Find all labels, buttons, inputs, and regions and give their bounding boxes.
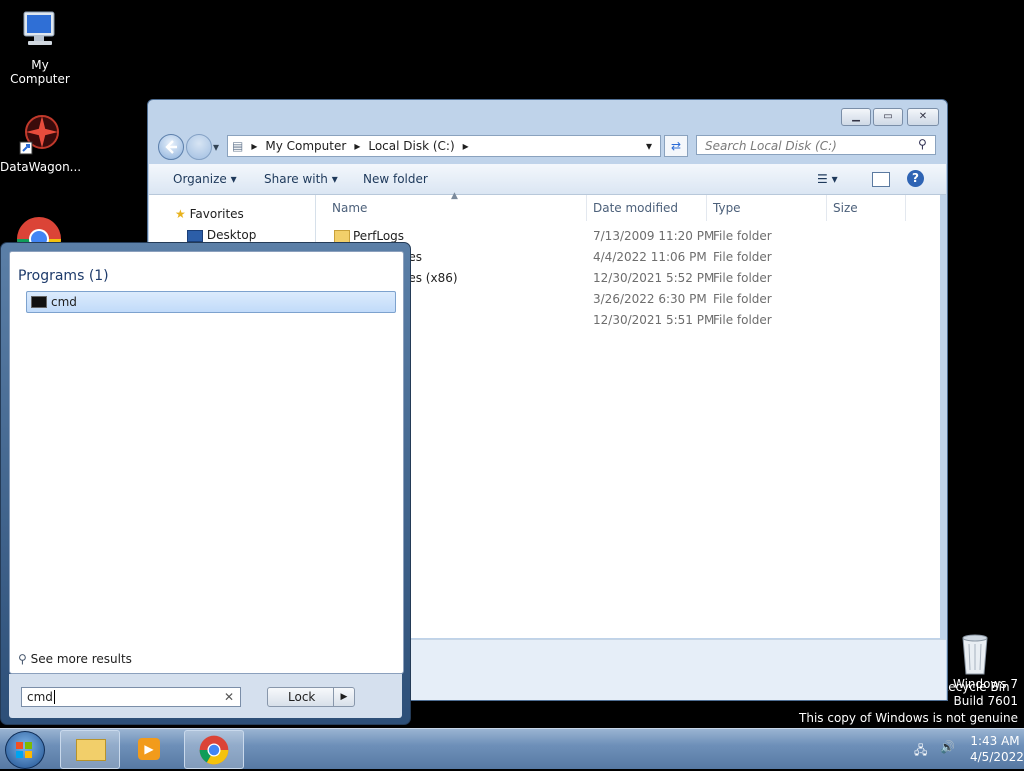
organize-button[interactable]: Organize ▾ xyxy=(173,172,237,186)
see-more-results-link[interactable]: ⚲ See more results xyxy=(18,652,132,666)
breadcrumb-my-computer[interactable]: My Computer xyxy=(265,139,346,153)
result-label: cmd xyxy=(51,295,77,309)
clock-time: 1:43 AM xyxy=(970,734,1020,748)
media-player-icon: ▶ xyxy=(138,738,160,760)
file-row[interactable]: 3/26/2022 6:30 PM File folder xyxy=(329,290,929,310)
start-button[interactable] xyxy=(5,731,45,769)
breadcrumb-local-disk[interactable]: Local Disk (C:) xyxy=(368,139,454,153)
search-icon: ⚲ xyxy=(918,137,927,151)
start-menu: Programs (1) cmd ⚲ See more results cmd … xyxy=(0,242,411,725)
drive-icon: ▤ xyxy=(232,139,244,153)
programs-group-label: Programs (1) xyxy=(18,268,109,284)
taskbar: ▶ 🖧 🔊 1:43 AM 4/5/2022 xyxy=(0,728,1024,769)
computer-icon xyxy=(18,10,62,54)
column-header-type[interactable]: Type xyxy=(713,201,741,215)
file-row[interactable]: les (x86) 12/30/2021 5:52 PM File folder xyxy=(329,269,929,289)
volume-icon[interactable]: 🔊 xyxy=(940,740,955,754)
address-dropdown-icon[interactable]: ▾ xyxy=(646,139,652,153)
command-bar: Organize ▾ Share with ▾ New folder ☰ ▾ ? xyxy=(149,164,946,195)
breadcrumb-separator-icon: ▸ xyxy=(462,139,469,153)
windows-watermark: Windows 7 Build 7601 This copy of Window… xyxy=(799,677,1018,725)
clock[interactable]: 1:43 AM 4/5/2022 xyxy=(970,733,1024,765)
start-menu-bottom: cmd ✕ Lock ▶ xyxy=(9,674,402,718)
file-date: 7/13/2009 11:20 PM xyxy=(593,229,715,243)
file-date: 4/4/2022 11:06 PM xyxy=(593,250,707,264)
clear-search-icon[interactable]: ✕ xyxy=(224,688,234,706)
chrome-icon xyxy=(199,735,229,765)
desktop-icon-label: My Computer xyxy=(10,58,70,86)
desktop-icon-label: DataWagon... xyxy=(0,160,82,174)
address-row: ▾ ▤ ▸ My Computer ▸ Local Disk (C:) ▸ ▾ … xyxy=(156,133,941,160)
search-input[interactable]: Search Local Disk (C:) xyxy=(696,135,936,155)
start-search-input[interactable]: cmd ✕ xyxy=(21,687,241,707)
file-date: 12/30/2021 5:51 PM xyxy=(593,313,715,327)
file-type: File folder xyxy=(713,313,772,327)
file-type: File folder xyxy=(713,292,772,306)
search-results-pane: Programs (1) cmd ⚲ See more results xyxy=(9,251,404,674)
file-row[interactable]: 12/30/2021 5:51 PM File folder xyxy=(329,311,929,331)
system-tray: 🖧 🔊 1:43 AM 4/5/2022 xyxy=(874,729,1024,769)
datawagon-icon xyxy=(18,112,62,156)
column-header-name[interactable]: Name xyxy=(332,201,367,215)
windows-logo-icon xyxy=(16,742,32,758)
breadcrumb-separator-icon: ▸ xyxy=(251,139,258,153)
star-icon: ★ xyxy=(175,207,186,221)
close-button[interactable]: ✕ xyxy=(907,108,939,126)
favorites-item[interactable]: ★ Favorites xyxy=(175,207,244,221)
minimize-button[interactable]: ▁ xyxy=(841,108,871,126)
clock-date: 4/5/2022 xyxy=(970,750,1024,764)
column-header-size[interactable]: Size xyxy=(833,201,858,215)
maximize-button[interactable]: ▭ xyxy=(873,108,903,126)
desktop-icon-datawagon[interactable]: DataWagon... xyxy=(0,112,82,174)
address-bar[interactable]: ▤ ▸ My Computer ▸ Local Disk (C:) ▸ ▾ xyxy=(227,135,661,157)
taskbar-explorer-button[interactable] xyxy=(60,730,120,769)
file-row[interactable]: les 4/4/2022 11:06 PM File folder xyxy=(329,248,929,268)
taskbar-chrome-button[interactable] xyxy=(184,730,244,769)
file-type: File folder xyxy=(713,229,772,243)
folder-icon xyxy=(76,739,106,761)
search-icon: ⚲ xyxy=(18,652,27,666)
view-options-icon[interactable]: ☰ ▾ xyxy=(817,172,838,186)
file-name: PerfLogs xyxy=(353,229,405,243)
desktop-folder-icon xyxy=(187,229,203,242)
lock-button[interactable]: Lock ▶ xyxy=(267,687,355,707)
recent-pages-dropdown[interactable]: ▾ xyxy=(213,140,219,154)
lock-options-arrow-icon[interactable]: ▶ xyxy=(333,688,354,706)
forward-button[interactable] xyxy=(186,134,212,160)
file-type: File folder xyxy=(713,250,772,264)
network-icon[interactable]: 🖧 xyxy=(914,741,927,762)
share-with-button[interactable]: Share with ▾ xyxy=(264,172,338,186)
help-icon[interactable]: ? xyxy=(907,170,924,187)
column-header-date[interactable]: Date modified xyxy=(593,201,678,215)
search-result-cmd[interactable]: cmd xyxy=(26,291,396,313)
file-row[interactable]: PerfLogs 7/13/2009 11:20 PM File folder xyxy=(329,227,929,247)
breadcrumb-separator-icon: ▸ xyxy=(354,139,361,153)
desktop-item[interactable]: Desktop xyxy=(187,228,256,242)
file-name: les (x86) xyxy=(405,271,458,285)
sort-arrow-icon: ▲ xyxy=(451,191,458,201)
new-folder-button[interactable]: New folder xyxy=(363,172,428,186)
taskbar-media-player-button[interactable]: ▶ xyxy=(122,730,180,767)
file-date: 12/30/2021 5:52 PM xyxy=(593,271,715,285)
refresh-button[interactable]: ⇄ xyxy=(664,135,688,157)
cmd-icon xyxy=(31,296,47,308)
preview-pane-icon[interactable] xyxy=(872,172,890,187)
back-arrow-icon xyxy=(165,140,177,154)
file-date: 3/26/2022 6:30 PM xyxy=(593,292,707,306)
recycle-bin-icon xyxy=(953,632,997,676)
file-type: File folder xyxy=(713,271,772,285)
back-button[interactable] xyxy=(158,134,184,160)
desktop-icon-my-computer[interactable]: My Computer xyxy=(0,10,80,86)
